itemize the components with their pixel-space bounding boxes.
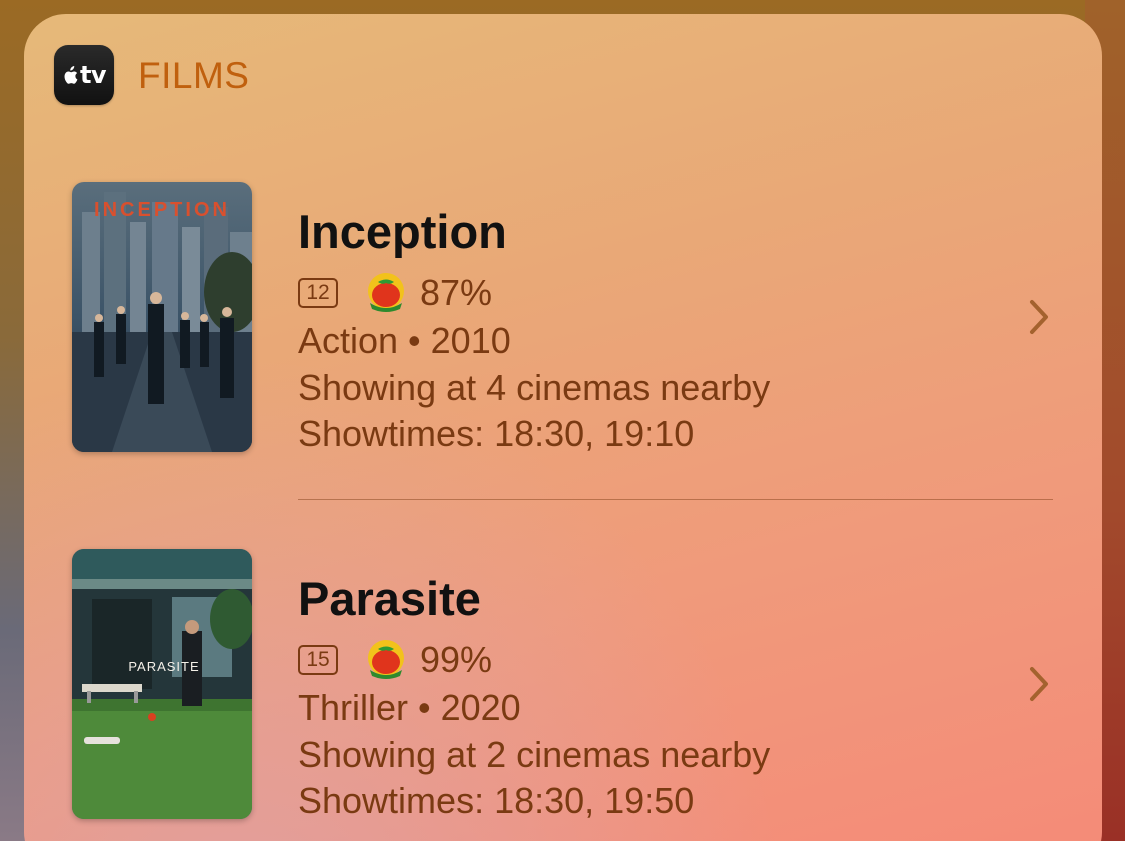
chevron-right-icon[interactable] [1027, 664, 1051, 704]
score-value: 99% [420, 639, 493, 680]
tomato-icon [368, 273, 404, 312]
apple-tv-icon: tv [54, 45, 114, 105]
movie-row-parasite[interactable]: PARASITE Parasite 15 99% Thriller • 2020… [24, 549, 1102, 821]
app-icon-text: tv [79, 61, 107, 89]
rating-line: 15 99% [298, 639, 492, 681]
row-divider [298, 499, 1053, 500]
genre-year: Action • 2010 [298, 320, 511, 361]
movie-title: Parasite [298, 572, 481, 625]
cinemas-text: Showing at 2 cinemas nearby [298, 734, 771, 775]
chevron-right-icon[interactable] [1027, 297, 1051, 337]
films-widget[interactable]: tv FILMS INCEPTION Inception 12 87% Acti… [24, 14, 1102, 841]
age-rating-badge: 12 [298, 278, 338, 308]
poster-title: INCEPTION [94, 199, 230, 221]
widget-header: FILMS [138, 55, 250, 96]
apple-logo-icon [64, 65, 78, 84]
movie-poster: PARASITE [72, 549, 252, 819]
age-rating-badge: 15 [298, 645, 338, 675]
score-value: 87% [420, 272, 493, 313]
poster-title: PARASITE [128, 659, 199, 674]
movie-row-inception[interactable]: INCEPTION Inception 12 87% Action • 2010… [24, 182, 1102, 454]
movie-title: Inception [298, 205, 507, 258]
tomato-icon [368, 640, 404, 679]
movie-poster: INCEPTION [72, 182, 252, 452]
showtimes-text: Showtimes: 18:30, 19:10 [298, 413, 695, 454]
rating-line: 12 87% [298, 272, 492, 314]
showtimes-text: Showtimes: 18:30, 19:50 [298, 780, 695, 821]
genre-year: Thriller • 2020 [298, 687, 521, 728]
cinemas-text: Showing at 4 cinemas nearby [298, 367, 771, 408]
